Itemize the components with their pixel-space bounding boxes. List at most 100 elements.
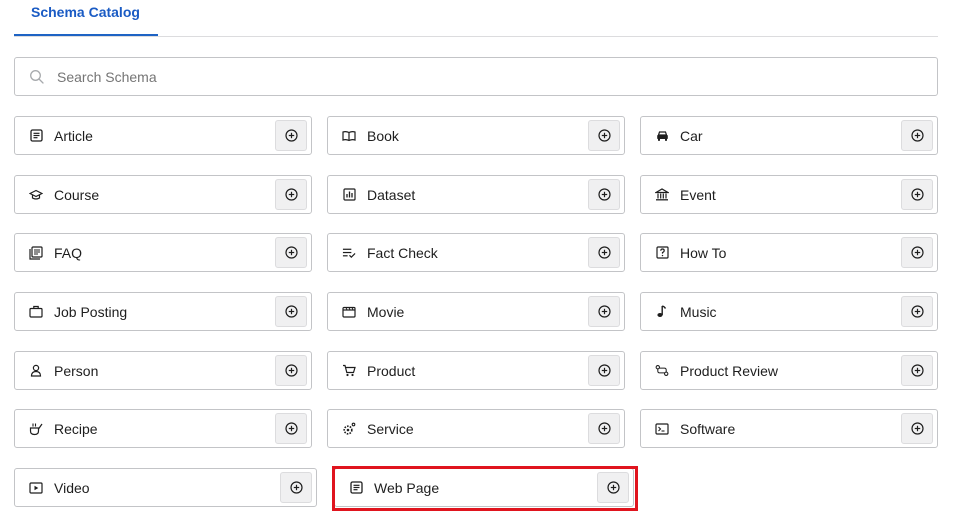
- product-review-icon: [655, 364, 669, 378]
- schema-card-fact-check[interactable]: Fact Check: [327, 233, 625, 272]
- plus-circle-icon: [284, 246, 298, 259]
- add-faq-button[interactable]: [275, 237, 307, 268]
- schema-label: Recipe: [54, 420, 98, 437]
- web-page-icon: [349, 481, 363, 495]
- plus-circle-icon: [910, 246, 924, 259]
- add-car-button[interactable]: [901, 120, 933, 151]
- add-music-button[interactable]: [901, 296, 933, 327]
- schema-card-software[interactable]: Software: [640, 409, 938, 448]
- plus-circle-icon: [284, 129, 298, 142]
- schema-card-product-review[interactable]: Product Review: [640, 351, 938, 390]
- add-service-button[interactable]: [588, 413, 620, 444]
- add-movie-button[interactable]: [588, 296, 620, 327]
- add-article-button[interactable]: [275, 120, 307, 151]
- schema-label: Service: [367, 420, 414, 437]
- schema-card-web-page[interactable]: Web Page: [334, 468, 634, 507]
- how-to-icon: [655, 246, 669, 260]
- schema-card-car[interactable]: Car: [640, 116, 938, 155]
- add-course-button[interactable]: [275, 179, 307, 210]
- search-box[interactable]: [14, 57, 938, 96]
- schema-label: Movie: [367, 303, 405, 320]
- plus-circle-icon: [597, 188, 611, 201]
- search-input[interactable]: [55, 67, 937, 86]
- tab-bar: Schema Catalog: [14, 0, 938, 37]
- music-icon: [655, 305, 669, 319]
- add-web-page-button[interactable]: [597, 472, 629, 503]
- add-video-button[interactable]: [280, 472, 312, 503]
- schema-card-faq[interactable]: FAQ: [14, 233, 312, 272]
- plus-circle-icon: [910, 188, 924, 201]
- plus-circle-icon: [597, 422, 611, 435]
- article-icon: [29, 129, 43, 143]
- plus-circle-icon: [597, 246, 611, 259]
- event-icon: [655, 188, 669, 202]
- plus-circle-icon: [284, 422, 298, 435]
- course-icon: [29, 188, 43, 202]
- schema-card-how-to[interactable]: How To: [640, 233, 938, 272]
- plus-circle-icon: [597, 129, 611, 142]
- schema-label: Product Review: [680, 362, 779, 379]
- schema-label: Book: [367, 127, 399, 144]
- add-recipe-button[interactable]: [275, 413, 307, 444]
- plus-circle-icon: [910, 305, 924, 318]
- plus-circle-icon: [289, 481, 303, 494]
- schema-label: How To: [680, 244, 727, 261]
- add-job-posting-button[interactable]: [275, 296, 307, 327]
- search-icon: [29, 69, 45, 85]
- schema-card-recipe[interactable]: Recipe: [14, 409, 312, 448]
- plus-circle-icon: [910, 422, 924, 435]
- add-dataset-button[interactable]: [588, 179, 620, 210]
- schema-card-dataset[interactable]: Dataset: [327, 175, 625, 214]
- schema-card-course[interactable]: Course: [14, 175, 312, 214]
- add-how-to-button[interactable]: [901, 237, 933, 268]
- faq-icon: [29, 245, 43, 260]
- movie-icon: [342, 305, 356, 319]
- add-fact-check-button[interactable]: [588, 237, 620, 268]
- schema-card-product[interactable]: Product: [327, 351, 625, 390]
- schema-label: Software: [680, 420, 736, 437]
- schema-label: Article: [54, 127, 93, 144]
- add-book-button[interactable]: [588, 120, 620, 151]
- schema-card-person[interactable]: Person: [14, 351, 312, 390]
- schema-card-job-posting[interactable]: Job Posting: [14, 292, 312, 331]
- add-product-button[interactable]: [588, 355, 620, 386]
- product-icon: [342, 364, 356, 378]
- software-icon: [655, 422, 669, 436]
- plus-circle-icon: [284, 188, 298, 201]
- video-icon: [29, 481, 43, 495]
- schema-label: Music: [680, 303, 717, 320]
- schema-card-article[interactable]: Article: [14, 116, 312, 155]
- schema-label: Course: [54, 186, 100, 203]
- fact-check-icon: [342, 246, 356, 260]
- tab-schema-catalog[interactable]: Schema Catalog: [14, 0, 158, 36]
- schema-card-service[interactable]: Service: [327, 409, 625, 448]
- add-event-button[interactable]: [901, 179, 933, 210]
- plus-circle-icon: [597, 364, 611, 377]
- job-posting-icon: [29, 305, 43, 319]
- schema-card-music[interactable]: Music: [640, 292, 938, 331]
- schema-label: Event: [680, 186, 716, 203]
- schema-card-movie[interactable]: Movie: [327, 292, 625, 331]
- add-person-button[interactable]: [275, 355, 307, 386]
- schema-card-video[interactable]: Video: [14, 468, 317, 507]
- schema-label: Web Page: [374, 479, 440, 496]
- schema-label: Dataset: [367, 186, 416, 203]
- schema-label: Video: [54, 479, 90, 496]
- book-icon: [342, 129, 356, 143]
- schema-label: Product: [367, 362, 416, 379]
- dataset-icon: [342, 188, 356, 202]
- service-icon: [342, 422, 356, 436]
- plus-circle-icon: [606, 481, 620, 494]
- schema-card-event[interactable]: Event: [640, 175, 938, 214]
- plus-circle-icon: [284, 364, 298, 377]
- person-icon: [29, 364, 43, 378]
- add-product-review-button[interactable]: [901, 355, 933, 386]
- schema-label: Car: [680, 127, 703, 144]
- schema-card-book[interactable]: Book: [327, 116, 625, 155]
- plus-circle-icon: [284, 305, 298, 318]
- add-software-button[interactable]: [901, 413, 933, 444]
- schema-label: Job Posting: [54, 303, 128, 320]
- schema-label: FAQ: [54, 244, 83, 261]
- plus-circle-icon: [910, 364, 924, 377]
- schema-label: Person: [54, 362, 99, 379]
